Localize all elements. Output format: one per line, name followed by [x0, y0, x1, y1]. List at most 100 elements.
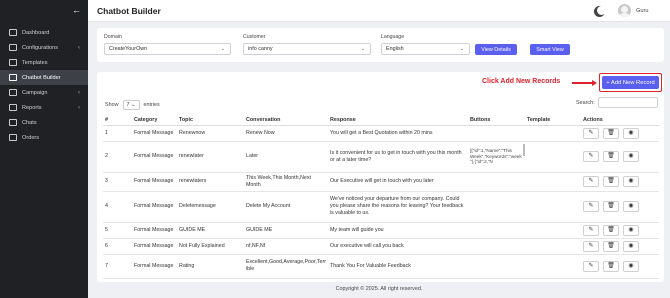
user-name[interactable]: Guru — [636, 8, 648, 14]
edit-button[interactable]: ✎ — [583, 176, 599, 187]
view-button[interactable]: ◉ — [623, 127, 639, 139]
orders-icon — [9, 134, 17, 141]
sidebar-item-label: Orders — [22, 134, 40, 141]
sidebar-item-templates[interactable]: Templates — [0, 55, 88, 70]
col-category[interactable]: Category — [132, 115, 177, 126]
chatbot-icon — [9, 74, 17, 81]
smart-view-button[interactable]: Smart View — [530, 44, 570, 55]
cell-category: Formal Message — [132, 125, 177, 142]
records-table: # Category Topic Conversation Response B… — [103, 115, 659, 279]
sidebar-item-dashboard[interactable]: Dashboard — [0, 25, 88, 40]
sidebar-item-chatbot-builder[interactable]: Chatbot Builder — [0, 70, 88, 85]
col-template[interactable]: Template — [525, 115, 581, 126]
table-row: 5 Formal Message GUIDE ME GUIDE ME My team w… — [103, 222, 659, 239]
cell-num: 1 — [103, 125, 132, 142]
chevron-down-icon: ⌄ — [459, 46, 464, 52]
sidebar-item-label: Chatbot Builder — [22, 74, 61, 81]
cell-template — [525, 125, 581, 142]
search-input[interactable] — [598, 97, 658, 108]
add-new-record-button[interactable]: + Add New Record — [602, 76, 659, 89]
main-content: Chatbot Builder Guru Domain CreateYourOw… — [88, 0, 670, 298]
sidebar-item-configurations[interactable]: Configurations ‹ — [0, 40, 88, 55]
customer-value: info canny — [248, 46, 273, 52]
edit-button[interactable]: ✎ — [583, 224, 599, 236]
sidebar-item-label: Templates — [22, 59, 48, 66]
top-bar: Chatbot Builder Guru — [88, 0, 670, 22]
cell-buttons — [468, 125, 525, 142]
back-arrow-icon[interactable]: ← — [72, 5, 81, 15]
trash-icon: 🗑 — [607, 178, 615, 184]
delete-button[interactable]: 🗑 — [603, 201, 619, 212]
view-button[interactable]: ◉ — [623, 224, 639, 236]
col-buttons[interactable]: Buttons — [468, 115, 525, 126]
cell-topic: Deletemessage — [177, 191, 244, 223]
col-number[interactable]: # — [103, 115, 132, 126]
cell-response: Thank You For Valuable Feedback — [328, 254, 468, 279]
table-row: 1 Formal Message Renewnow Renew Now You will… — [103, 125, 659, 142]
footer: Copyright © 2025. All right reserved. — [335, 286, 423, 292]
chevron-icon: ‹ — [78, 89, 80, 96]
row-actions: ✎ 🗑 ◉ — [583, 240, 657, 252]
cell-template — [525, 238, 581, 255]
sidebar-item-chats[interactable]: Chats — [0, 115, 88, 130]
edit-button[interactable]: ✎ — [583, 201, 599, 212]
edit-button[interactable]: ✎ — [583, 151, 599, 162]
table-row: 7 Formal Message Rating Excellent,Good,Aver… — [103, 254, 659, 279]
cell-buttons — [468, 191, 525, 223]
cell-actions: ✎ 🗑 ◉ — [581, 125, 659, 142]
cell-template — [525, 254, 581, 279]
trash-icon: 🗑 — [607, 262, 615, 269]
table-row: 3 Formal Message renewlaters This Week,This… — [103, 172, 659, 192]
sidebar-item-label: Dashboard — [22, 29, 50, 36]
delete-button[interactable]: 🗑 — [603, 127, 619, 139]
col-conversation[interactable]: Conversation — [244, 115, 328, 126]
col-response[interactable]: Response — [328, 115, 468, 126]
customer-select[interactable]: info canny ⌄ — [243, 43, 371, 55]
cell-num: 6 — [103, 238, 132, 255]
cell-response: My team will guide you — [328, 222, 468, 239]
delete-button[interactable]: 🗑 — [603, 151, 619, 162]
sidebar-item-orders[interactable]: Orders — [0, 130, 88, 145]
language-label: Language — [381, 34, 405, 40]
customer-label: Customer — [243, 34, 266, 40]
cell-buttons — [468, 172, 525, 192]
table-header: # Category Topic Conversation Response B… — [103, 115, 659, 126]
view-button[interactable]: ◉ — [623, 201, 639, 212]
dark-mode-icon[interactable] — [597, 6, 606, 15]
edit-button[interactable]: ✎ — [583, 260, 599, 272]
cell-conversation: Renew Now — [244, 125, 328, 142]
cell-buttons — [468, 254, 525, 279]
chat-icon — [9, 119, 17, 126]
view-button[interactable]: ◉ — [623, 176, 639, 187]
edit-button[interactable]: ✎ — [583, 127, 599, 139]
buttons-json: [{"id":1,"Name":"This Week","Keywords":"… — [470, 148, 522, 165]
edit-button[interactable]: ✎ — [583, 240, 599, 252]
domain-select[interactable]: CreateYourOwn ⌄ — [104, 43, 231, 55]
cell-num: 3 — [103, 172, 132, 192]
col-topic[interactable]: Topic — [177, 115, 244, 126]
eye-icon: ◉ — [628, 226, 634, 233]
trash-icon: 🗑 — [607, 242, 615, 249]
cell-template — [525, 222, 581, 239]
language-select[interactable]: English ⌄ — [381, 43, 470, 55]
delete-button[interactable]: 🗑 — [603, 260, 619, 272]
view-details-button[interactable]: View Details — [475, 44, 517, 55]
delete-button[interactable]: 🗑 — [603, 176, 619, 187]
delete-button[interactable]: 🗑 — [603, 224, 619, 236]
avatar[interactable] — [618, 4, 631, 17]
chevron-down-icon: ⌄ — [220, 46, 225, 52]
row-actions: ✎ 🗑 ◉ — [583, 224, 657, 236]
domain-value: CreateYourOwn — [109, 46, 148, 52]
view-button[interactable]: ◉ — [623, 260, 639, 272]
delete-button[interactable]: 🗑 — [603, 240, 619, 252]
view-button[interactable]: ◉ — [623, 240, 639, 252]
entries-select[interactable]: 7 ⌄ — [122, 100, 140, 110]
language-value: English — [386, 46, 404, 52]
view-button[interactable]: ◉ — [623, 151, 639, 162]
sidebar-item-reports[interactable]: Reports ‹ — [0, 100, 88, 115]
cell-scrollbar[interactable] — [523, 143, 525, 156]
sidebar-item-campaign[interactable]: Campaign ‹ — [0, 85, 88, 100]
show-entries: Show 7 ⌄ entries — [105, 100, 160, 110]
trash-icon: 🗑 — [607, 153, 615, 159]
cell-buttons — [468, 238, 525, 255]
